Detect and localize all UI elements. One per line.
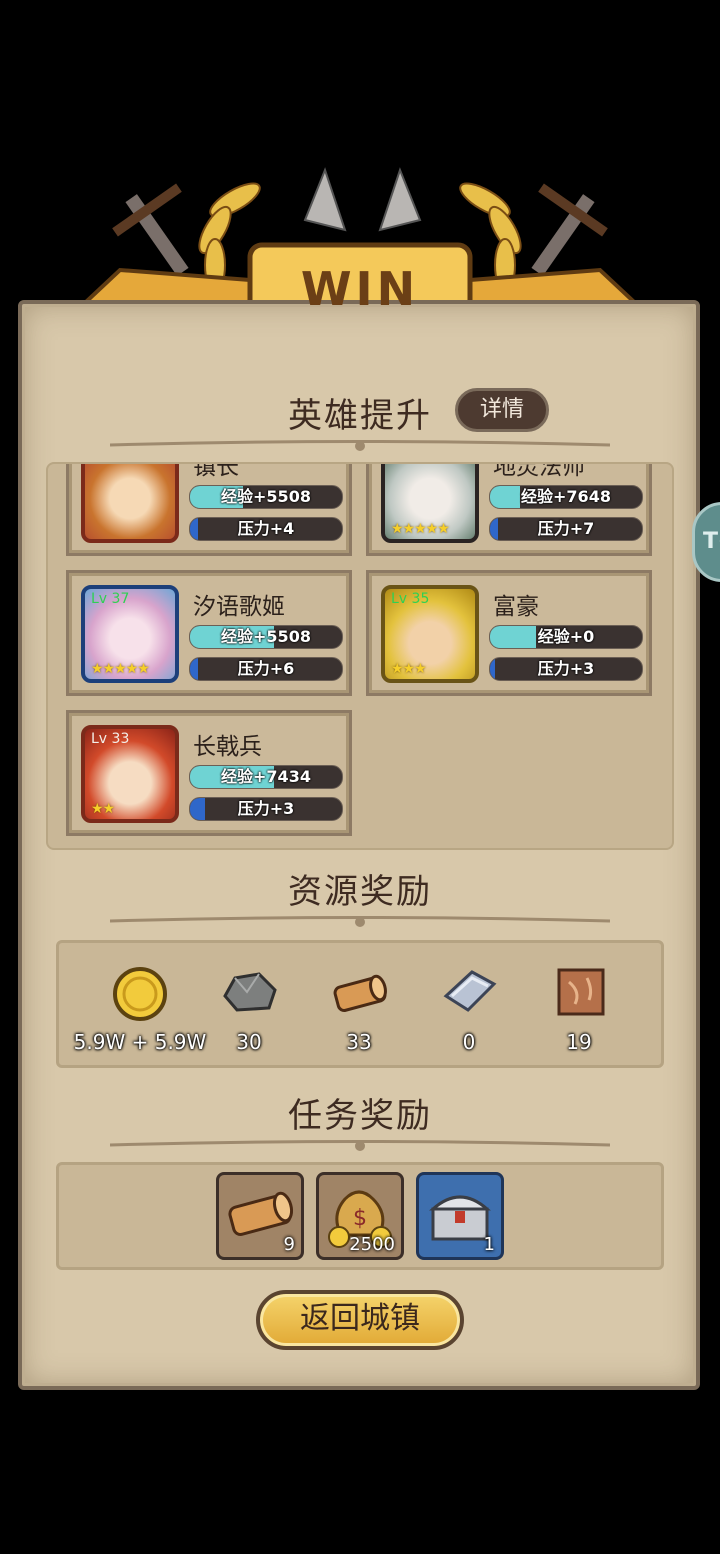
pressure-text: 压力+3: [537, 659, 595, 678]
exp-text: 经验+5508: [221, 627, 311, 646]
hero-level: Lv 35: [391, 591, 430, 607]
exp-bar: 经验+5508: [189, 625, 343, 649]
spear-tip-icon: [378, 167, 422, 232]
hero-stars: ★★★: [391, 661, 427, 677]
section-divider: [110, 440, 610, 451]
iron-ingot-icon: [414, 966, 524, 1022]
section-divider: [110, 1140, 610, 1151]
hero-level: Lv 33: [91, 731, 130, 747]
stone-icon: [194, 966, 304, 1020]
hero-stars: ★★★★★: [91, 661, 150, 677]
hero-name: 地灵法师: [493, 462, 585, 480]
hero-portrait: ★★★★★: [381, 464, 479, 543]
svg-text:$: $: [353, 1206, 367, 1231]
pressure-text: 压力+7: [537, 519, 595, 538]
task-reward-count: 2500: [349, 1234, 395, 1255]
hero-card[interactable]: 镇长 经验+5508 压力+4: [66, 462, 352, 556]
exp-bar: 经验+7434: [189, 765, 343, 789]
resource-value: 19: [566, 1030, 592, 1054]
exp-text: 经验+5508: [221, 487, 311, 506]
exp-bar: 经验+7648: [489, 485, 643, 509]
exp-text: 经验+7434: [221, 767, 311, 786]
right-sword-icon: [531, 183, 608, 276]
hero-stars: ★★: [91, 801, 115, 817]
task-reward-item[interactable]: 1: [416, 1172, 504, 1260]
gold-coin-icon: [85, 966, 195, 1026]
pressure-bar: 压力+3: [189, 797, 343, 821]
hero-list[interactable]: 镇长 经验+5508 压力+4 ★★★★★ 地灵法师 经验+7648 压力+7 …: [46, 462, 674, 850]
exp-text: 经验+0: [537, 627, 595, 646]
pressure-bar: 压力+3: [489, 657, 643, 681]
hero-stars: ★★★★★: [391, 521, 450, 537]
hero-card[interactable]: Lv 37 ★★★★★ 汐语歌姬 经验+5508 压力+6: [66, 570, 352, 696]
hero-level: Lv 37: [91, 591, 130, 607]
hero-card[interactable]: ★★★★★ 地灵法师 经验+7648 压力+7: [366, 462, 652, 556]
hero-portrait: Lv 37 ★★★★★: [81, 585, 179, 683]
hero-name: 富豪: [493, 594, 539, 620]
pressure-text: 压力+4: [237, 519, 295, 538]
return-to-town-button[interactable]: 返回城镇: [256, 1290, 464, 1350]
section-divider: [110, 916, 610, 927]
hero-name: 长戟兵: [193, 734, 262, 760]
task-reward-item[interactable]: 9: [216, 1172, 304, 1260]
win-title: WIN: [300, 262, 420, 316]
task-reward-item[interactable]: $ 2500: [316, 1172, 404, 1260]
pressure-text: 压力+6: [237, 659, 295, 678]
hero-portrait: Lv 35 ★★★: [381, 585, 479, 683]
exp-text: 经验+7648: [521, 487, 611, 506]
hero-name: 镇长: [193, 462, 239, 480]
exp-bar: 经验+0: [489, 625, 643, 649]
hero-portrait: [81, 464, 179, 543]
task-reward-count: 9: [283, 1234, 295, 1255]
hero-portrait: Lv 33 ★★: [81, 725, 179, 823]
hero-card[interactable]: Lv 35 ★★★ 富豪 经验+0 压力+3: [366, 570, 652, 696]
task-section-title: 任务奖励: [288, 1096, 432, 1136]
leather-icon: [526, 966, 636, 1022]
detail-button[interactable]: 详情: [455, 388, 549, 432]
pressure-text: 压力+3: [237, 799, 295, 818]
pressure-bar: 压力+6: [189, 657, 343, 681]
left-sword-icon: [112, 183, 189, 276]
hero-card[interactable]: Lv 33 ★★ 长戟兵 经验+7434 压力+3: [66, 710, 352, 836]
hero-name: 汐语歌姬: [193, 594, 285, 620]
spear-tip-icon: [303, 167, 347, 232]
task-reward-count: 1: [483, 1234, 495, 1255]
exp-bar: 经验+5508: [189, 485, 343, 509]
hero-section-title: 英雄提升: [288, 396, 432, 436]
pressure-bar: 压力+4: [189, 517, 343, 541]
pressure-bar: 压力+7: [489, 517, 643, 541]
resource-section-title: 资源奖励: [288, 872, 432, 912]
wood-log-icon: [304, 966, 414, 1022]
